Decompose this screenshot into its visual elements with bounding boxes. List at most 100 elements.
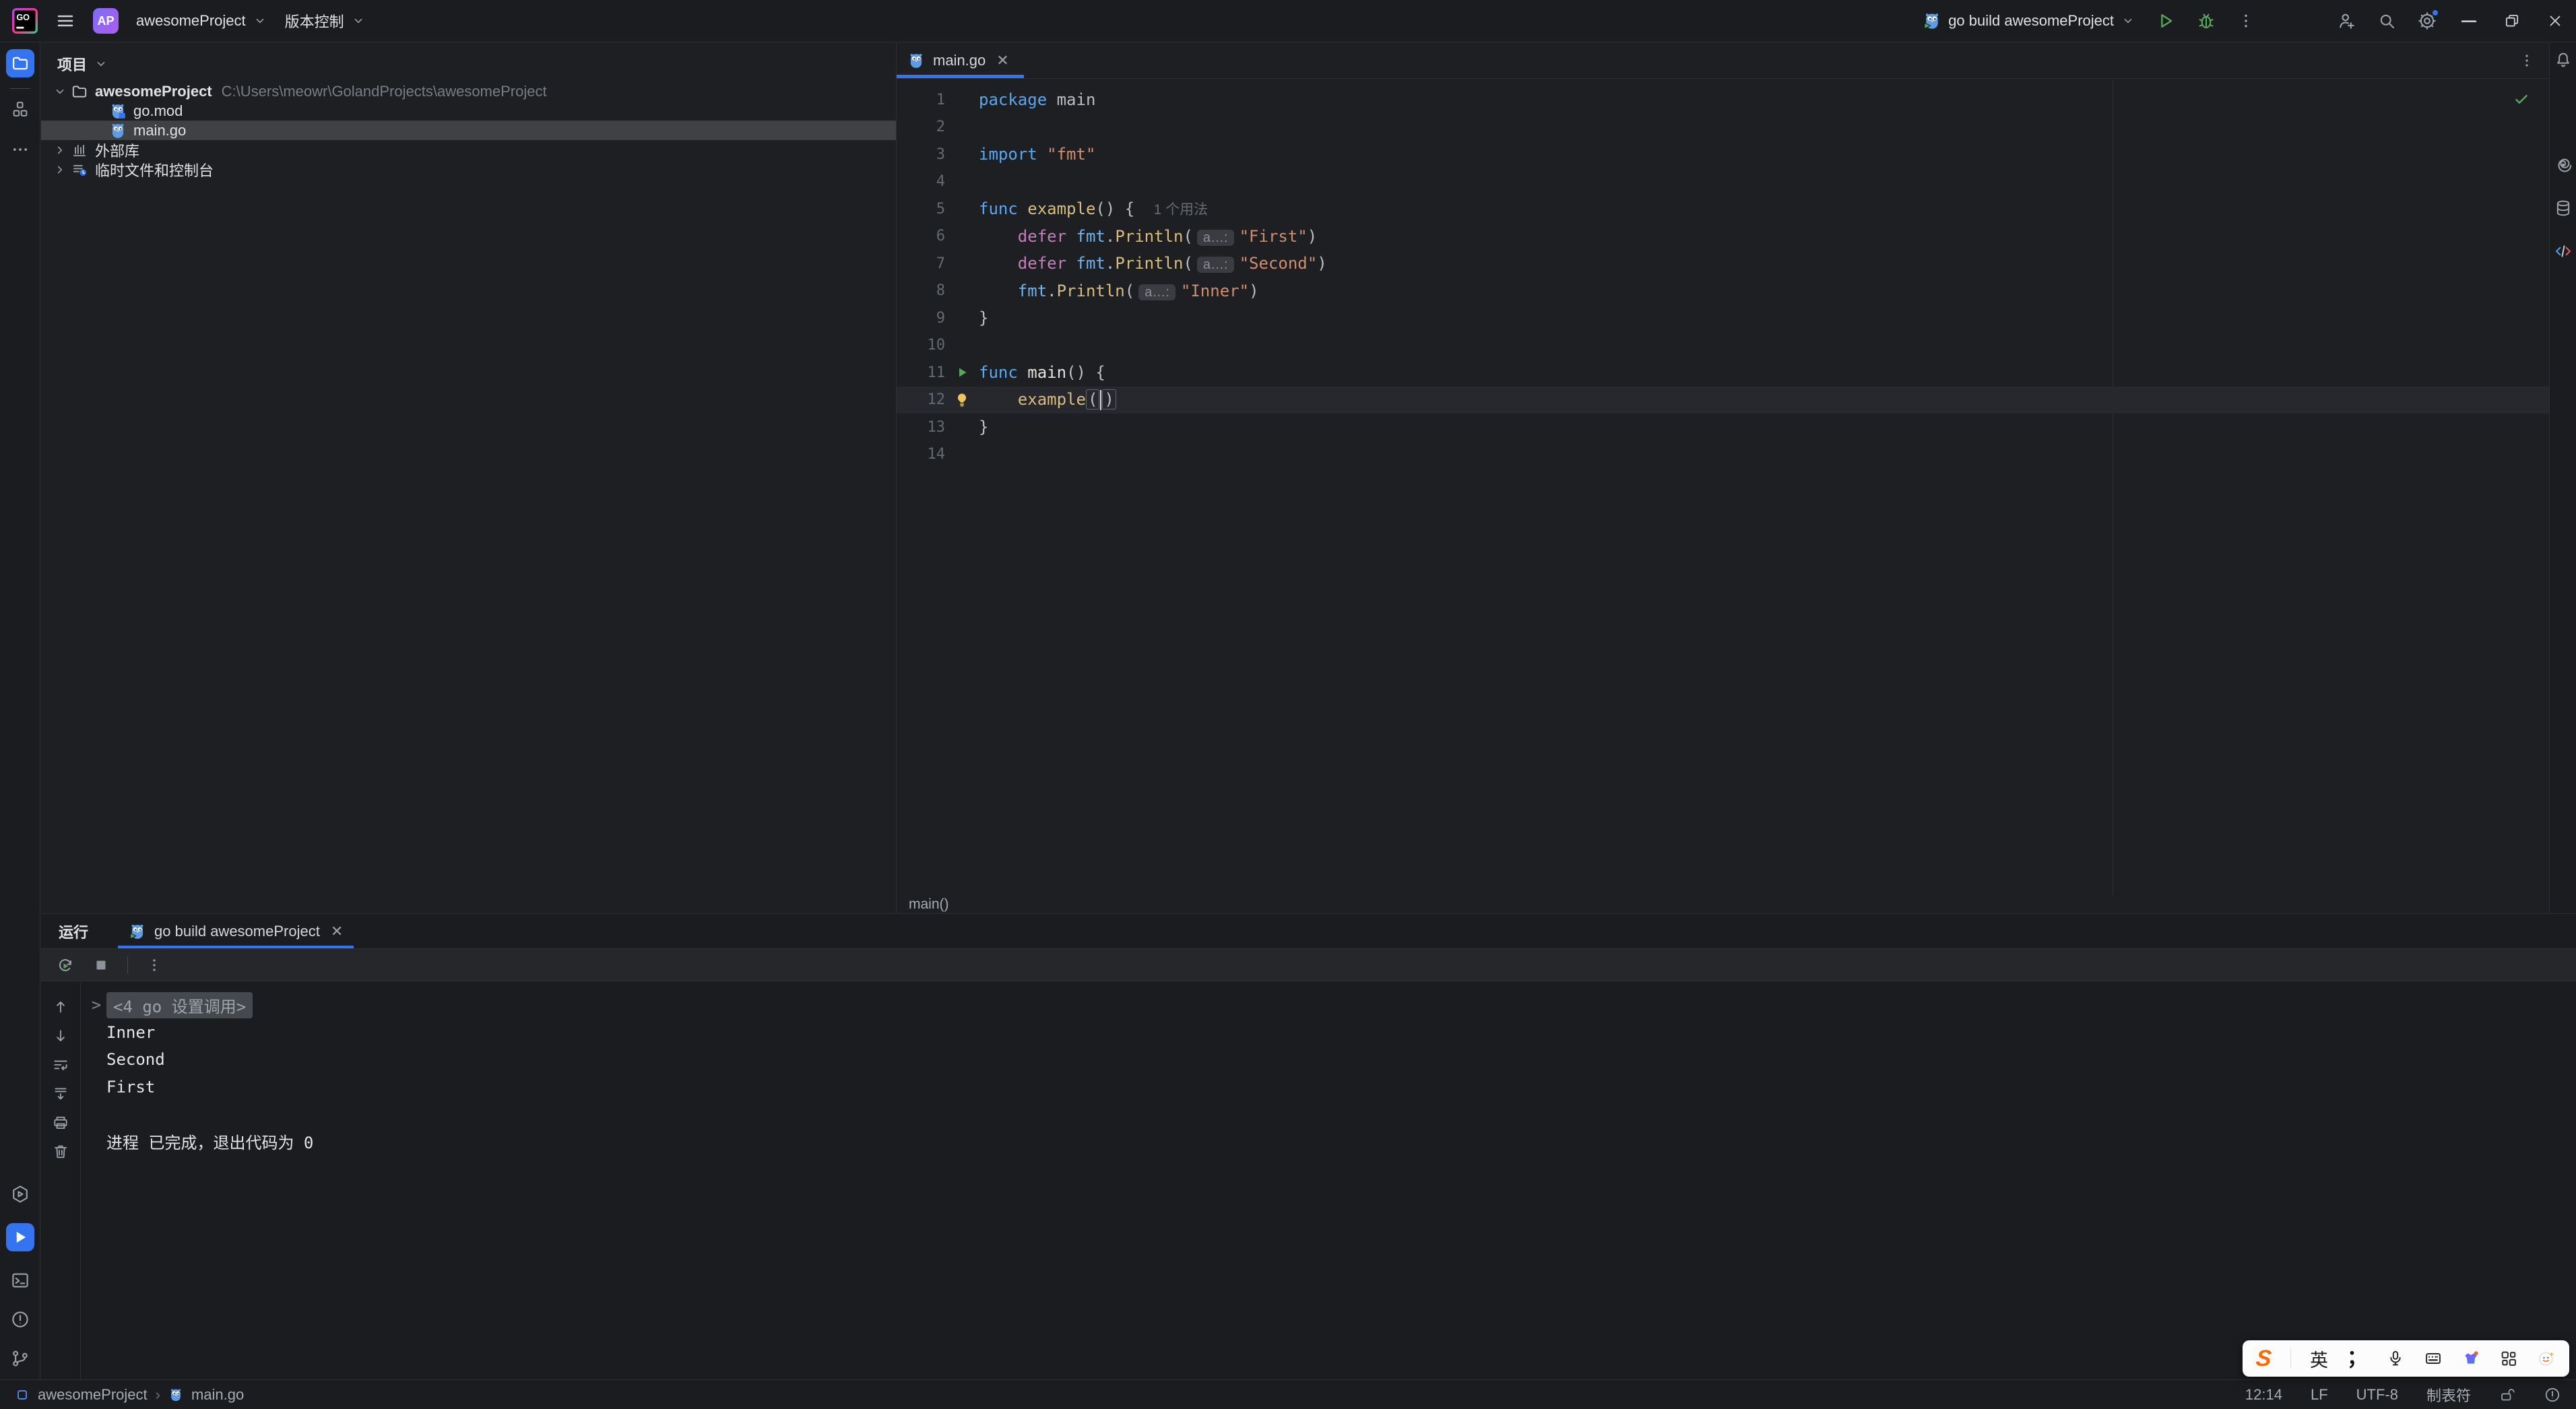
project-avatar[interactable]: AP (93, 8, 119, 34)
ai-tool-button[interactable] (2554, 156, 2573, 174)
encoding[interactable]: UTF-8 (2356, 1386, 2398, 1404)
softwrap-button[interactable] (52, 1056, 69, 1074)
rerun-button[interactable] (56, 956, 75, 975)
code-editor[interactable]: 1 package main 2 3 import "fmt" 4 5 func exampl… (897, 79, 2549, 895)
code-token: defer (1017, 254, 1067, 273)
fold-expander[interactable]: > (86, 995, 106, 1014)
settings-button[interactable] (2417, 9, 2439, 31)
project-selector[interactable]: awesomeProject (136, 12, 267, 30)
debug-button[interactable] (2196, 11, 2216, 31)
terminal-tool-button[interactable] (10, 1270, 30, 1290)
lock-open-icon[interactable] (2499, 1387, 2515, 1403)
module-icon (15, 1387, 30, 1402)
code-line-1: 1 package main (897, 86, 2549, 114)
assistant-face-icon[interactable] (2537, 1349, 2556, 1368)
sogou-logo[interactable]: S (2255, 1346, 2273, 1372)
scrollend-button[interactable] (52, 1085, 69, 1103)
code-token: func (979, 199, 1018, 219)
main-menu-button[interactable] (55, 11, 75, 31)
toolbox-grid-icon[interactable] (2499, 1349, 2518, 1368)
project-tool-button[interactable] (5, 49, 34, 77)
code-token: ) (1249, 281, 1259, 300)
minimize-button[interactable] (2457, 9, 2480, 32)
mic-icon[interactable] (2386, 1349, 2405, 1368)
folded-command-chip: <4 go 设置调用> (106, 991, 253, 1018)
console-output[interactable]: > <4 go 设置调用> Inner Second First 进程 已完成，退出代码为… (81, 982, 2576, 1379)
run-tool-button[interactable] (5, 1223, 34, 1251)
tree-item-main-go[interactable]: main.go (41, 121, 896, 140)
services-tool-button[interactable] (10, 1184, 30, 1204)
keyboard-icon[interactable] (2424, 1349, 2443, 1368)
database-tool-button[interactable] (2554, 199, 2573, 218)
code-token: } (979, 418, 989, 437)
tree-chevron-icon[interactable] (49, 143, 71, 158)
run-line-icon[interactable] (954, 364, 970, 381)
codetag-tool-button[interactable] (2554, 242, 2573, 261)
scroll-down-button[interactable] (52, 1027, 69, 1045)
editor-options-button[interactable] (2518, 52, 2536, 69)
run-tab-close-icon[interactable]: ✕ (331, 923, 343, 940)
close-button[interactable] (2544, 9, 2567, 32)
status-bar: awesomeProject › main.go 12:14 LF UTF-8 … (0, 1379, 2576, 1409)
code-token: () { (1066, 363, 1105, 383)
code-token: fmt (1076, 226, 1105, 246)
breadcrumb[interactable]: main() (897, 896, 2549, 913)
chevron-down-icon (253, 13, 267, 28)
indent-style[interactable]: 制表符 (2426, 1384, 2471, 1406)
code-token: "First" (1239, 226, 1308, 246)
git-tool-button[interactable] (10, 1348, 30, 1369)
statusbar-file[interactable]: main.go (191, 1386, 244, 1404)
tree-item-go-mod[interactable]: go.mod (41, 101, 896, 121)
more-actions-button[interactable] (2236, 11, 2255, 30)
stop-button[interactable] (92, 956, 110, 974)
tree-item--[interactable]: 临时文件和控制台 (41, 160, 896, 179)
bell-tool-button[interactable] (2554, 51, 2573, 69)
code-with-me-button[interactable] (2336, 11, 2356, 31)
ime-mode-english[interactable]: 英 (2310, 1346, 2328, 1372)
problems-tool-button[interactable] (10, 1309, 30, 1330)
skin-icon[interactable] (2461, 1349, 2480, 1368)
code-token: } (979, 308, 989, 328)
line-number: 6 (936, 228, 945, 245)
goland-window: GO AP awesomeProject 版本控制 go build aweso… (0, 0, 2576, 1409)
code-line-11: 11 func main() { (897, 359, 2549, 387)
tree-chevron-icon[interactable] (49, 84, 71, 99)
vcs-selector[interactable]: 版本控制 (285, 10, 366, 32)
line-ending[interactable]: LF (2311, 1386, 2328, 1404)
more-tools-button[interactable] (11, 140, 30, 159)
tree-chevron-icon[interactable] (49, 162, 71, 177)
right-tool-stripe (2549, 42, 2576, 913)
run-config-selector[interactable]: go build awesomeProject (1923, 11, 2135, 30)
statusbar-project[interactable]: awesomeProject (38, 1386, 148, 1404)
tree-item--[interactable]: 外部库 (41, 140, 896, 160)
tree-item-name: awesomeProject (95, 82, 212, 100)
intention-bulb-icon[interactable] (953, 391, 971, 409)
restore-button[interactable] (2501, 9, 2523, 32)
play-solid-icon (11, 1228, 30, 1247)
line-number: 4 (936, 173, 945, 191)
run-button[interactable] (2156, 11, 2176, 31)
scroll-up-button[interactable] (52, 998, 69, 1016)
line-number: 11 (927, 364, 946, 381)
run-more-options-button[interactable] (146, 956, 163, 974)
caret-position[interactable]: 12:14 (2245, 1386, 2282, 1404)
structure-tool-button[interactable] (11, 100, 30, 119)
tree-item-awesomeProject[interactable]: awesomeProject C:\Users\meowr\GolandProje… (41, 81, 896, 101)
trash-button[interactable] (52, 1143, 69, 1160)
ime-punctuation[interactable]: ； (2347, 1348, 2367, 1369)
printer-button[interactable] (52, 1114, 69, 1132)
breadcrumb-item[interactable]: main() (909, 896, 949, 913)
run-toolbar (41, 949, 2576, 981)
run-tab[interactable]: go build awesomeProject ✕ (118, 914, 354, 948)
tab-main-go[interactable]: main.go ✕ (897, 42, 1024, 78)
project-tree: awesomeProject C:\Users\meowr\GolandProje… (41, 81, 896, 179)
exclamation-icon[interactable] (2544, 1386, 2561, 1404)
code-token: ( (1183, 226, 1193, 246)
project-panel-header[interactable]: 项目 (41, 42, 896, 81)
search-everywhere-button[interactable] (2377, 11, 2397, 31)
tab-close-icon[interactable]: ✕ (996, 52, 1008, 69)
